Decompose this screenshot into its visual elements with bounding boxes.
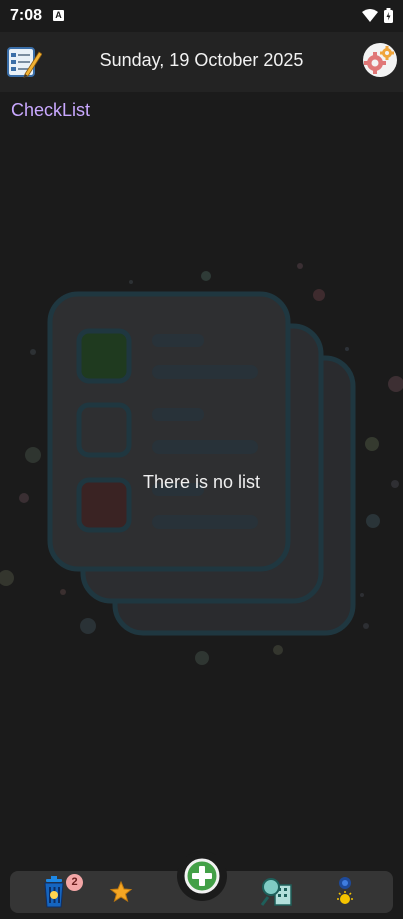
- star-icon[interactable]: [104, 875, 138, 909]
- empty-state-message: There is no list: [142, 472, 261, 492]
- status-icons: [362, 8, 393, 23]
- header-date: Sunday, 19 October 2025: [99, 50, 304, 70]
- status-time: 7:08: [10, 7, 43, 24]
- empty-list-illustration: [0, 263, 403, 665]
- add-button[interactable]: [177, 851, 227, 901]
- trash-count-badge: 2: [66, 874, 83, 891]
- section-title: CheckList: [11, 100, 91, 120]
- settings-gears-icon[interactable]: [362, 42, 398, 78]
- theme-icon[interactable]: [328, 875, 362, 909]
- status-bar: 7:08 A: [0, 0, 403, 32]
- a-icon: A: [53, 10, 64, 21]
- wifi-icon: [362, 8, 378, 22]
- search-building-icon[interactable]: [260, 875, 294, 909]
- add-icon[interactable]: [183, 857, 221, 895]
- app-header: Sunday, 19 October 2025: [0, 32, 403, 92]
- battery-icon: [384, 8, 393, 23]
